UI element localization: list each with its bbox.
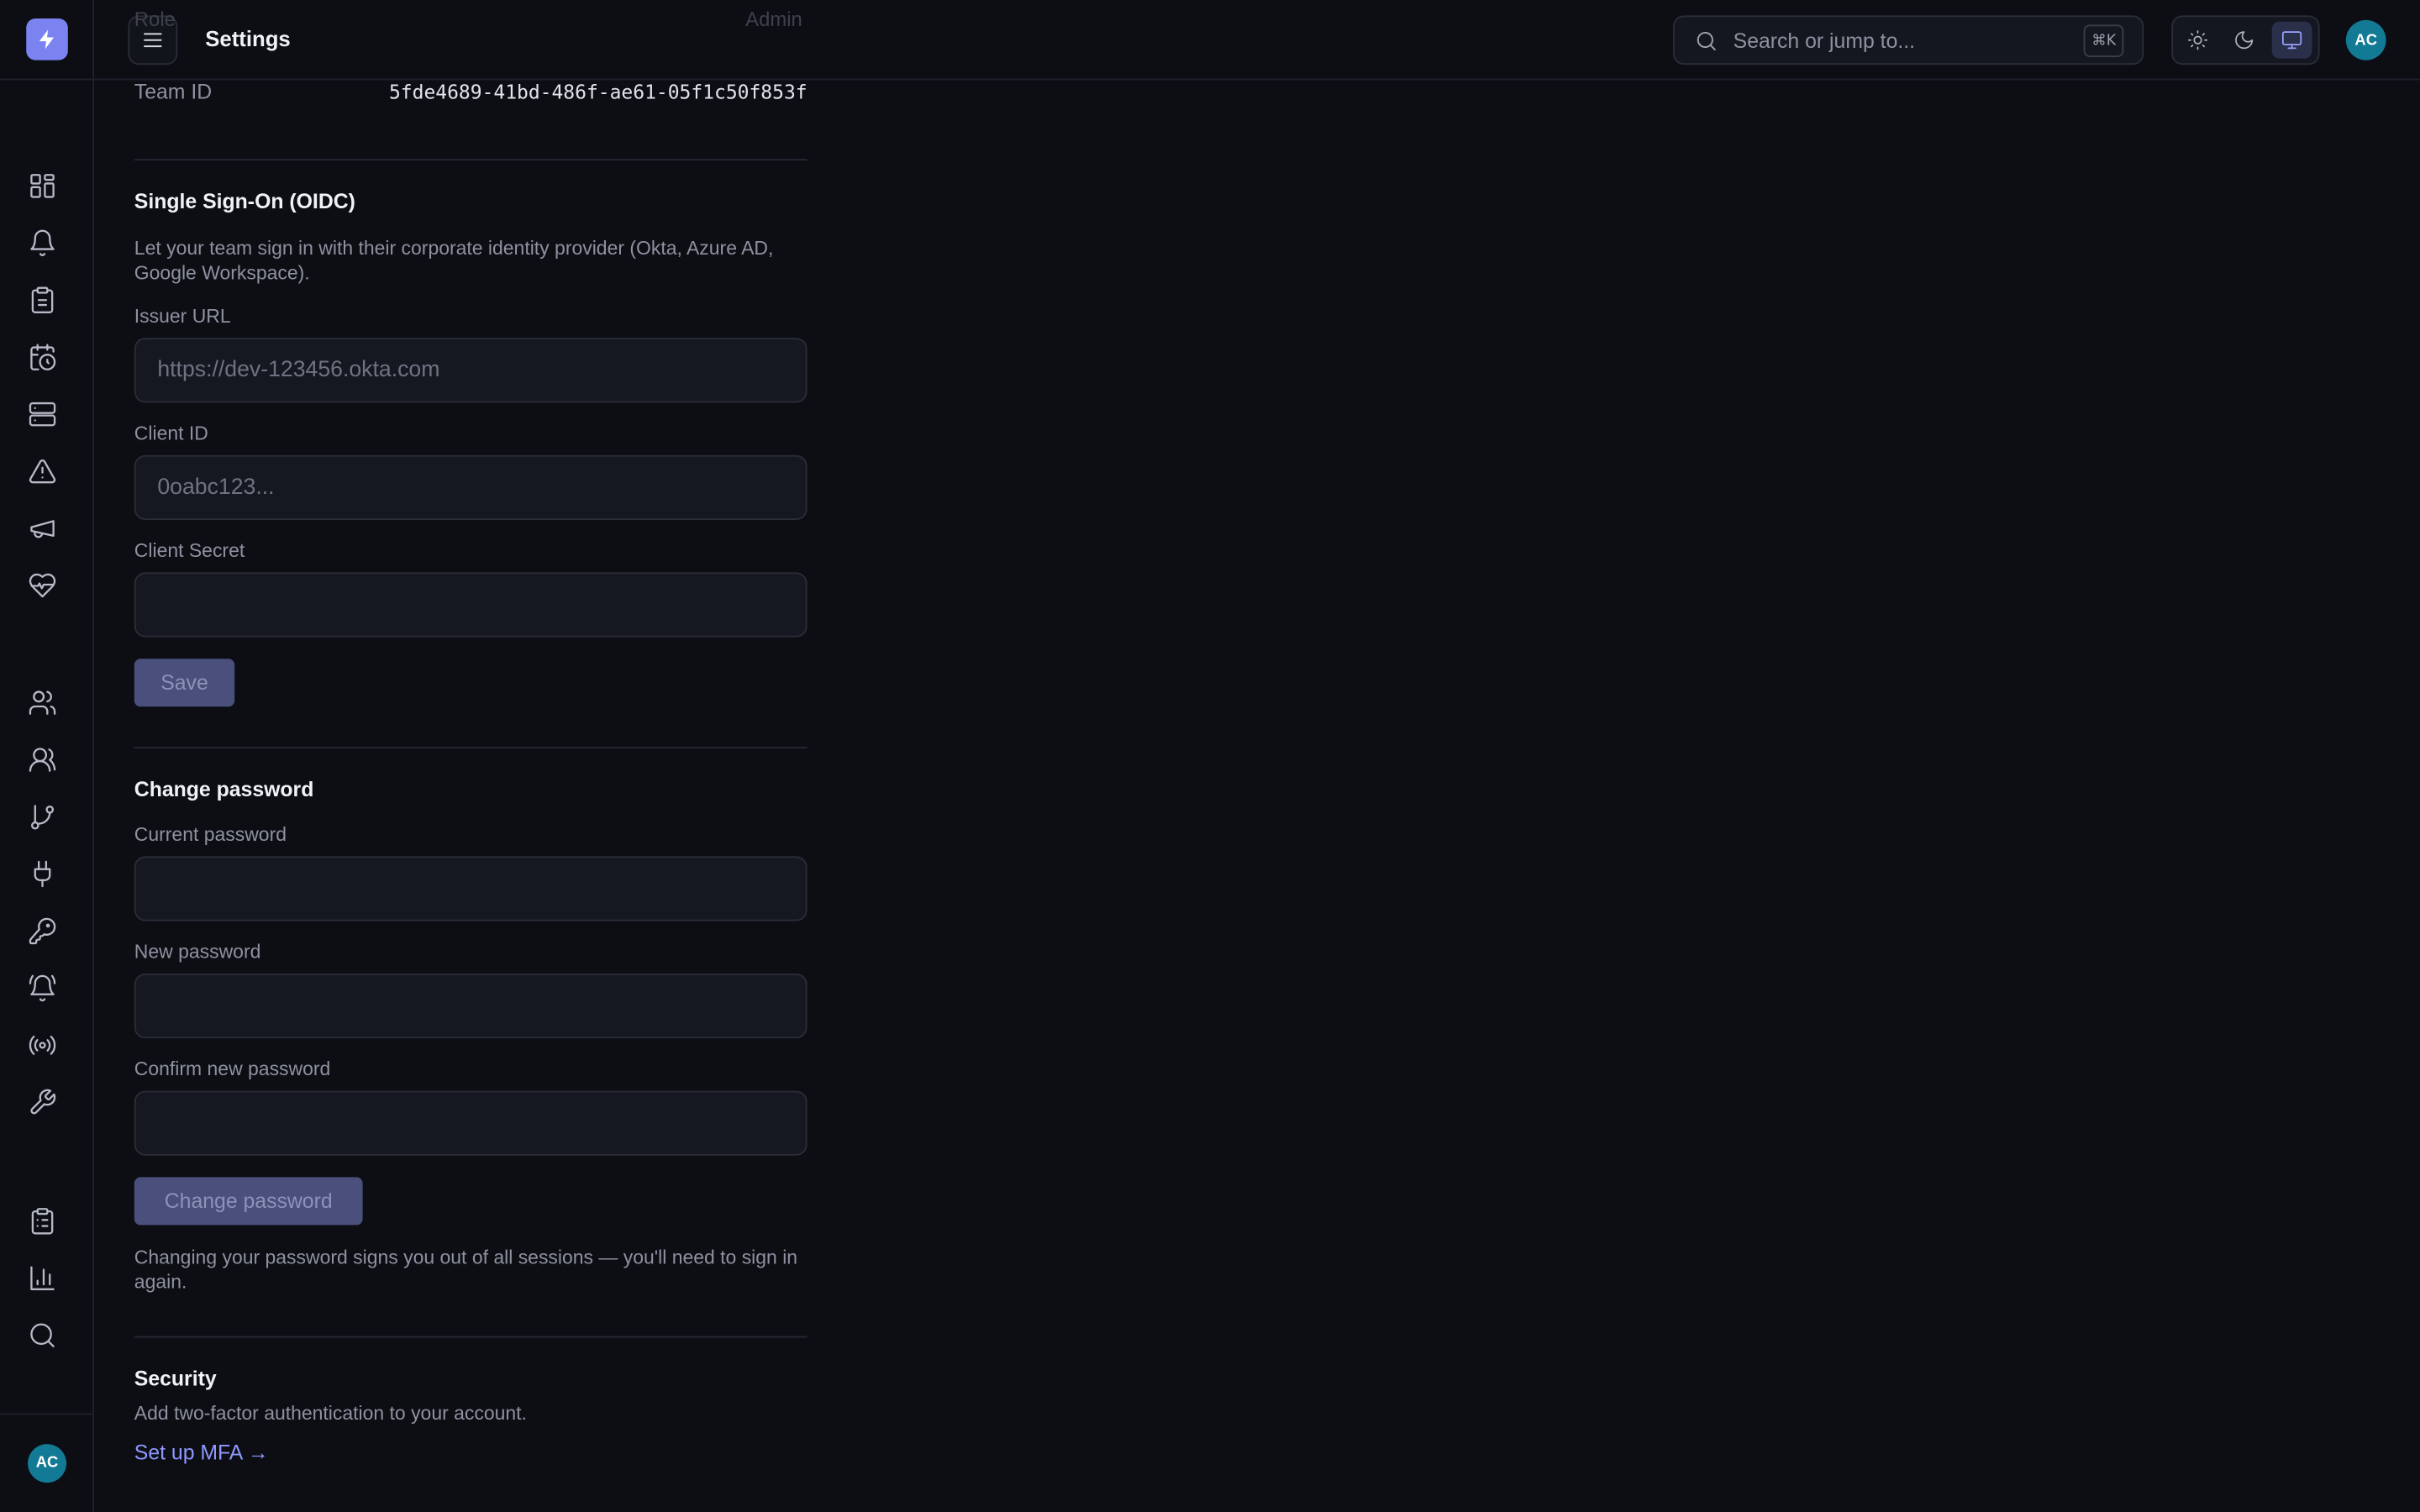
- bolt-icon: [39, 29, 55, 50]
- search-input[interactable]: Search or jump to... ⌘K: [1673, 15, 2144, 66]
- top-bar: Settings Search or jump to... ⌘K AC: [94, 0, 2420, 81]
- sidebar-divider: [0, 1413, 93, 1415]
- password-note: Changing your password signs you out of …: [134, 1247, 798, 1294]
- search-icon: [1695, 29, 1718, 53]
- moon-icon: [2235, 31, 2254, 50]
- team-icon[interactable]: [26, 743, 57, 774]
- section-divider: [134, 159, 808, 161]
- users-icon[interactable]: [26, 686, 57, 717]
- team-id-row: Team ID 5fde4689-41bd-486f-ae61-05f1c50f…: [134, 81, 808, 112]
- sidebar-divider: [0, 78, 93, 81]
- bell-icon[interactable]: [26, 227, 57, 258]
- team-id-label: Team ID: [134, 80, 213, 104]
- clipboard-list-icon[interactable]: [26, 1205, 57, 1236]
- change-password-heading: Change password: [134, 777, 314, 801]
- client-id-placeholder: 0oabc123...: [157, 475, 275, 501]
- security-description: Add two-factor authentication to your ac…: [134, 1402, 527, 1425]
- avatar[interactable]: AC: [28, 1444, 66, 1483]
- server-icon[interactable]: [26, 398, 57, 429]
- issuer-url-field[interactable]: https://dev-123456.okta.com: [134, 338, 808, 403]
- calendar-clock-icon[interactable]: [26, 341, 57, 372]
- issuer-url-placeholder: https://dev-123456.okta.com: [157, 358, 440, 383]
- client-secret-label: Client Secret: [134, 539, 245, 562]
- confirm-password-field[interactable]: [134, 1090, 808, 1156]
- page-title: Settings: [205, 26, 291, 51]
- security-heading: Security: [134, 1367, 217, 1390]
- light-theme-button[interactable]: [2178, 22, 2218, 59]
- role-label: Role: [134, 8, 176, 31]
- current-password-field[interactable]: [134, 856, 808, 921]
- shortcut-badge: ⌘K: [2084, 24, 2124, 57]
- git-branch-icon[interactable]: [26, 801, 57, 832]
- bell-ring-icon[interactable]: [26, 972, 57, 1003]
- sidebar: AC: [0, 0, 95, 1512]
- save-button[interactable]: Save: [134, 659, 235, 707]
- key-icon[interactable]: [26, 915, 57, 946]
- sun-icon: [2187, 30, 2208, 50]
- clipboard-icon[interactable]: [26, 284, 57, 315]
- role-value: Admin: [745, 8, 802, 31]
- dashboard-icon[interactable]: [26, 170, 57, 201]
- current-password-label: Current password: [134, 823, 287, 846]
- sso-description: Let your team sign in with their corpora…: [134, 237, 774, 284]
- bar-chart-icon[interactable]: [26, 1262, 57, 1293]
- avatar[interactable]: AC: [2345, 19, 2386, 60]
- theme-switcher: [2171, 15, 2320, 66]
- client-id-field[interactable]: 0oabc123...: [134, 454, 808, 520]
- client-secret-field[interactable]: [134, 572, 808, 638]
- heart-pulse-icon[interactable]: [26, 570, 57, 601]
- system-theme-button[interactable]: [2271, 21, 2312, 59]
- plug-icon[interactable]: [26, 858, 57, 889]
- monitor-icon: [2281, 31, 2302, 50]
- sso-heading: Single Sign-On (OIDC): [134, 189, 355, 213]
- section-divider: [134, 746, 808, 748]
- app-logo[interactable]: [26, 18, 68, 60]
- section-divider: [134, 1336, 808, 1338]
- setup-mfa-link[interactable]: Set up MFA →: [134, 1441, 269, 1465]
- change-password-button[interactable]: Change password: [134, 1177, 363, 1226]
- dark-theme-button[interactable]: [2224, 22, 2265, 59]
- broadcast-icon[interactable]: [26, 1029, 57, 1060]
- hamburger-icon: [144, 33, 162, 48]
- team-id-value: 5fde4689-41bd-486f-ae61-05f1c50f853f: [388, 80, 808, 104]
- search-icon[interactable]: [26, 1319, 57, 1350]
- new-password-field[interactable]: [134, 973, 808, 1039]
- wrench-icon[interactable]: [26, 1086, 57, 1117]
- confirm-password-label: Confirm new password: [134, 1058, 331, 1080]
- megaphone-icon[interactable]: [26, 512, 57, 543]
- alert-triangle-icon[interactable]: [26, 455, 57, 486]
- client-id-label: Client ID: [134, 423, 208, 444]
- search-placeholder: Search or jump to...: [1733, 29, 1916, 53]
- new-password-label: New password: [134, 941, 261, 963]
- issuer-url-label: Issuer URL: [134, 305, 231, 328]
